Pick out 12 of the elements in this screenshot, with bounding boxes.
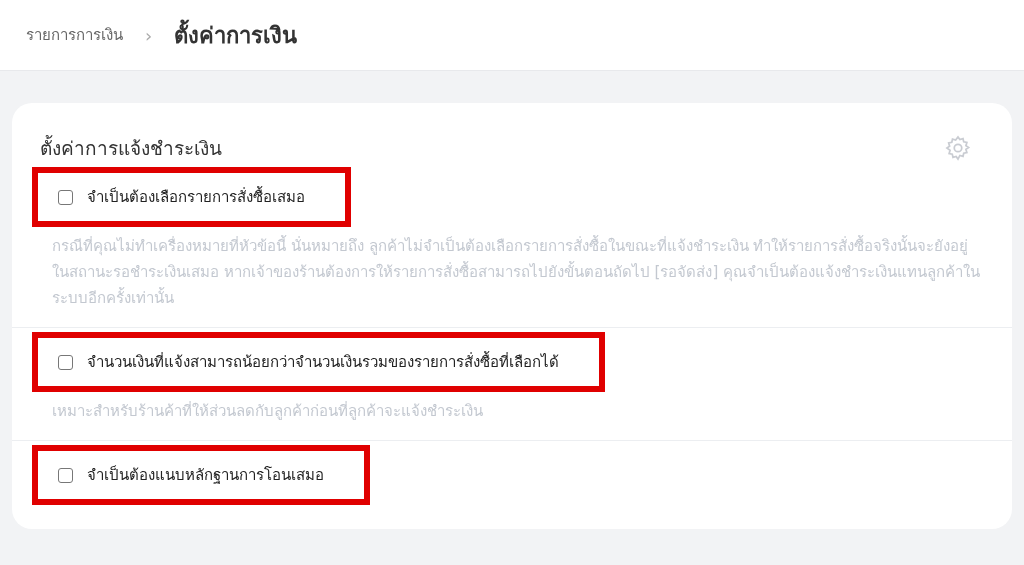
checkbox-label[interactable]: จำนวนเงินที่แจ้งสามารถน้อยกว่าจำนวนเงินรวมของรายการสั่งซื้อที่เลือกได้ [87, 350, 559, 374]
checkbox[interactable] [58, 354, 73, 370]
checkbox[interactable] [58, 189, 73, 205]
option-description: กรณีที่คุณไม่ทำเครื่องหมายที่หัวข้อนี้ นั่นหมายถึง ลูกค้าไม่จำเป็นต้องเลือกรายการสั่งซื้อในขณะที่แจ้งชำระเงิน ทำให้รายการสั่งซื้อจริงนั้นจะยังอยู่ในสถานะรอชำระเงินเสมอ หากเจ้าของร้านต้องการให้รายการสั่งซื้อสามารถไปยังขั้นตอนถัดไป [รอจัดส่ง] คุณจำเป็นต้องแจ้งชำระเงินแทนลูกค้าในระบบอีกครั้งเท่านั้น [51, 234, 981, 309]
option-description: เหมาะสำหรับร้านค้าที่ให้ส่วนลดกับลูกค้าก่อนที่ลูกค้าจะแจ้งชำระเงิน [51, 400, 484, 422]
card-title: ตั้งค่าการแจ้งชำระเงิน [40, 134, 222, 161]
breadcrumb-link[interactable]: รายการการเงิน [26, 23, 123, 47]
checkbox-label[interactable]: จำเป็นต้องเลือกรายการสั่งซื้อเสมอ [87, 185, 305, 209]
breadcrumb-separator: › [145, 24, 153, 46]
checkbox[interactable] [58, 467, 73, 483]
page-title: ตั้งค่าการเงิน [174, 17, 298, 53]
checkbox-label[interactable]: จำเป็นต้องแนบหลักฐานการโอนเสมอ [87, 463, 324, 487]
